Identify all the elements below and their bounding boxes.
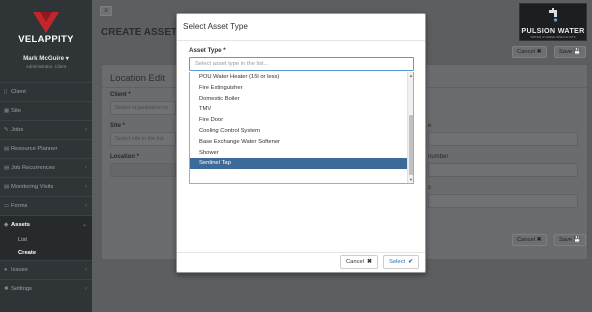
modal-cancel-label: Cancel <box>346 259 365 265</box>
calendar-icon: ▤ <box>4 165 10 171</box>
sidebar-item-label: Job Recurrences <box>11 165 55 171</box>
right-field-label-3: s <box>428 185 431 191</box>
asset-type-option[interactable]: POU Water Heater (15l or less) <box>190 72 408 83</box>
check-icon: ✔ <box>408 259 413 265</box>
asset-type-listbox[interactable]: POU Water Heater (15l or less) Fire Exti… <box>189 72 414 184</box>
modal-select-label: Select <box>389 259 406 265</box>
sidebar-item-label: Settings <box>11 286 32 292</box>
sidebar-item-client[interactable]: ▯ Client <box>0 82 92 101</box>
sidebar-item-label: Monitoring Visits <box>11 184 54 190</box>
right-field-1[interactable] <box>428 132 578 146</box>
asset-type-search-input[interactable] <box>189 57 414 71</box>
right-field-3[interactable] <box>428 194 578 208</box>
panel-title: Location Edit <box>110 73 165 84</box>
modal-select-button[interactable]: Select ✔ <box>383 255 419 269</box>
client-label: Client * <box>110 92 131 98</box>
sidebar-item-label: Assets <box>11 222 31 228</box>
brand-name: VELAPPITY <box>18 34 74 45</box>
sidebar-item-label: Jobs <box>11 127 24 133</box>
right-field-label-2: number <box>428 154 449 160</box>
sidebar-item-site[interactable]: ▦ Site <box>0 101 92 120</box>
cancel-button-top[interactable]: Cancel ✖ <box>512 46 547 58</box>
scroll-up-icon[interactable]: ▲ <box>408 73 413 79</box>
scroll-down-icon[interactable]: ▼ <box>408 177 413 183</box>
chevron-left-icon: ‹ <box>85 286 87 292</box>
chevron-down-icon: ⌄ <box>81 222 87 228</box>
location-label: Location * <box>110 154 140 160</box>
cancel-button-bottom[interactable]: Cancel ✖ <box>512 234 547 246</box>
sidebar-subitem-list[interactable]: List <box>0 234 92 247</box>
chevron-left-icon: ‹ <box>85 203 87 209</box>
chevron-left-icon: ‹ <box>85 267 87 273</box>
chevron-left-icon: ‹ <box>85 127 87 133</box>
sidebar-item-issues[interactable]: ● Issues ‹ <box>0 260 92 279</box>
save-button-top[interactable]: Save 💾 <box>554 46 587 58</box>
sidebar-item-job-recurrences[interactable]: ▤ Job Recurrences ‹ <box>0 158 92 177</box>
sidebar-item-label: Forms <box>11 203 28 209</box>
sidebar-nav: ▯ Client ▦ Site ✎ Jobs ‹ ▤ Resource Planner … <box>0 82 92 298</box>
asset-type-option[interactable]: Base Exchange Water Softener <box>190 137 408 148</box>
asset-type-option[interactable]: Fire Extinguisher <box>190 83 408 94</box>
modal-cancel-button[interactable]: Cancel ✖ <box>340 255 378 269</box>
asset-type-option[interactable]: Fire Door <box>190 115 408 126</box>
gear-icon: ✱ <box>4 286 9 292</box>
user-role: Administrator, Client <box>25 64 67 69</box>
document-icon: ▭ <box>4 203 10 209</box>
asset-type-option[interactable]: Shower <box>190 148 408 159</box>
chevron-left-icon: ‹ <box>85 165 87 171</box>
sidebar-item-monitoring-visits[interactable]: ▤ Monitoring Visits ‹ <box>0 177 92 196</box>
user-menu[interactable]: Mark McGuire ▾ <box>0 55 92 62</box>
scrollbar-thumb[interactable] <box>409 115 413 175</box>
save-button-bottom[interactable]: Save 💾 <box>554 234 587 246</box>
sidebar-item-label: Resource Planner <box>11 146 58 152</box>
partner-logo-text: PULSION WATER <box>521 26 585 35</box>
listbox-scrollbar[interactable]: ▲ ▼ <box>407 72 413 183</box>
asset-type-option[interactable]: Cooling Control System <box>190 126 408 137</box>
calendar-icon: ▤ <box>4 146 10 152</box>
sidebar-item-settings[interactable]: ✱ Settings ‹ <box>0 279 92 298</box>
calendar-icon: ▤ <box>4 184 10 190</box>
asset-type-option-selected[interactable]: Sentinel Tap <box>190 158 408 170</box>
site-select[interactable]: Select site in the list <box>110 132 176 146</box>
sidebar-item-jobs[interactable]: ✎ Jobs ‹ <box>0 120 92 139</box>
velappity-logo-icon <box>33 12 59 33</box>
right-field-label-1: e <box>428 123 432 129</box>
location-select[interactable] <box>110 163 176 177</box>
sidebar-item-label: Client <box>11 89 26 95</box>
sidebar-item-forms[interactable]: ▭ Forms ‹ <box>0 196 92 215</box>
tag-icon: ◆ <box>4 222 9 228</box>
warning-icon: ● <box>4 267 8 273</box>
asset-type-option[interactable]: TMV <box>190 104 408 115</box>
sidebar-item-label: Site <box>11 108 21 114</box>
partner-logo-sub: WATER HYGIENE SPECIALISTS <box>530 35 576 39</box>
sidebar: VELAPPITY Mark McGuire ▾ Administrator, … <box>0 0 92 312</box>
right-field-2[interactable] <box>428 163 578 177</box>
page-title: CREATE ASSET <box>101 27 178 38</box>
modal-footer <box>177 252 425 253</box>
sidebar-subitem-create[interactable]: Create <box>0 247 92 260</box>
close-icon: ✖ <box>367 259 372 265</box>
sidebar-item-resource-planner[interactable]: ▤ Resource Planner <box>0 139 92 158</box>
asset-type-option[interactable]: Domestic Boiler <box>190 94 408 105</box>
sidebar-item-assets[interactable]: ◆ Assets ⌄ <box>0 215 92 234</box>
modal-header: Select Asset Type <box>177 14 425 41</box>
building-icon: ▦ <box>4 108 10 114</box>
client-select[interactable]: Select organisation to <box>110 101 176 115</box>
modal-title: Select Asset Type <box>183 22 248 31</box>
partner-logo: PULSION WATER WATER HYGIENE SPECIALISTS <box>519 3 587 41</box>
site-label: Site * <box>110 123 126 129</box>
asset-type-label: Asset Type * <box>189 47 226 54</box>
clipboard-icon: ▯ <box>4 89 8 95</box>
sidebar-item-label: Issues <box>11 267 28 273</box>
menu-toggle-button[interactable]: ≡ <box>100 6 112 16</box>
assets-submenu: List Create <box>0 234 92 260</box>
chevron-left-icon: ‹ <box>85 184 87 190</box>
select-asset-type-modal: Select Asset Type Asset Type * POU Water… <box>176 13 426 273</box>
wrench-icon: ✎ <box>4 127 9 133</box>
tap-icon <box>549 8 558 22</box>
